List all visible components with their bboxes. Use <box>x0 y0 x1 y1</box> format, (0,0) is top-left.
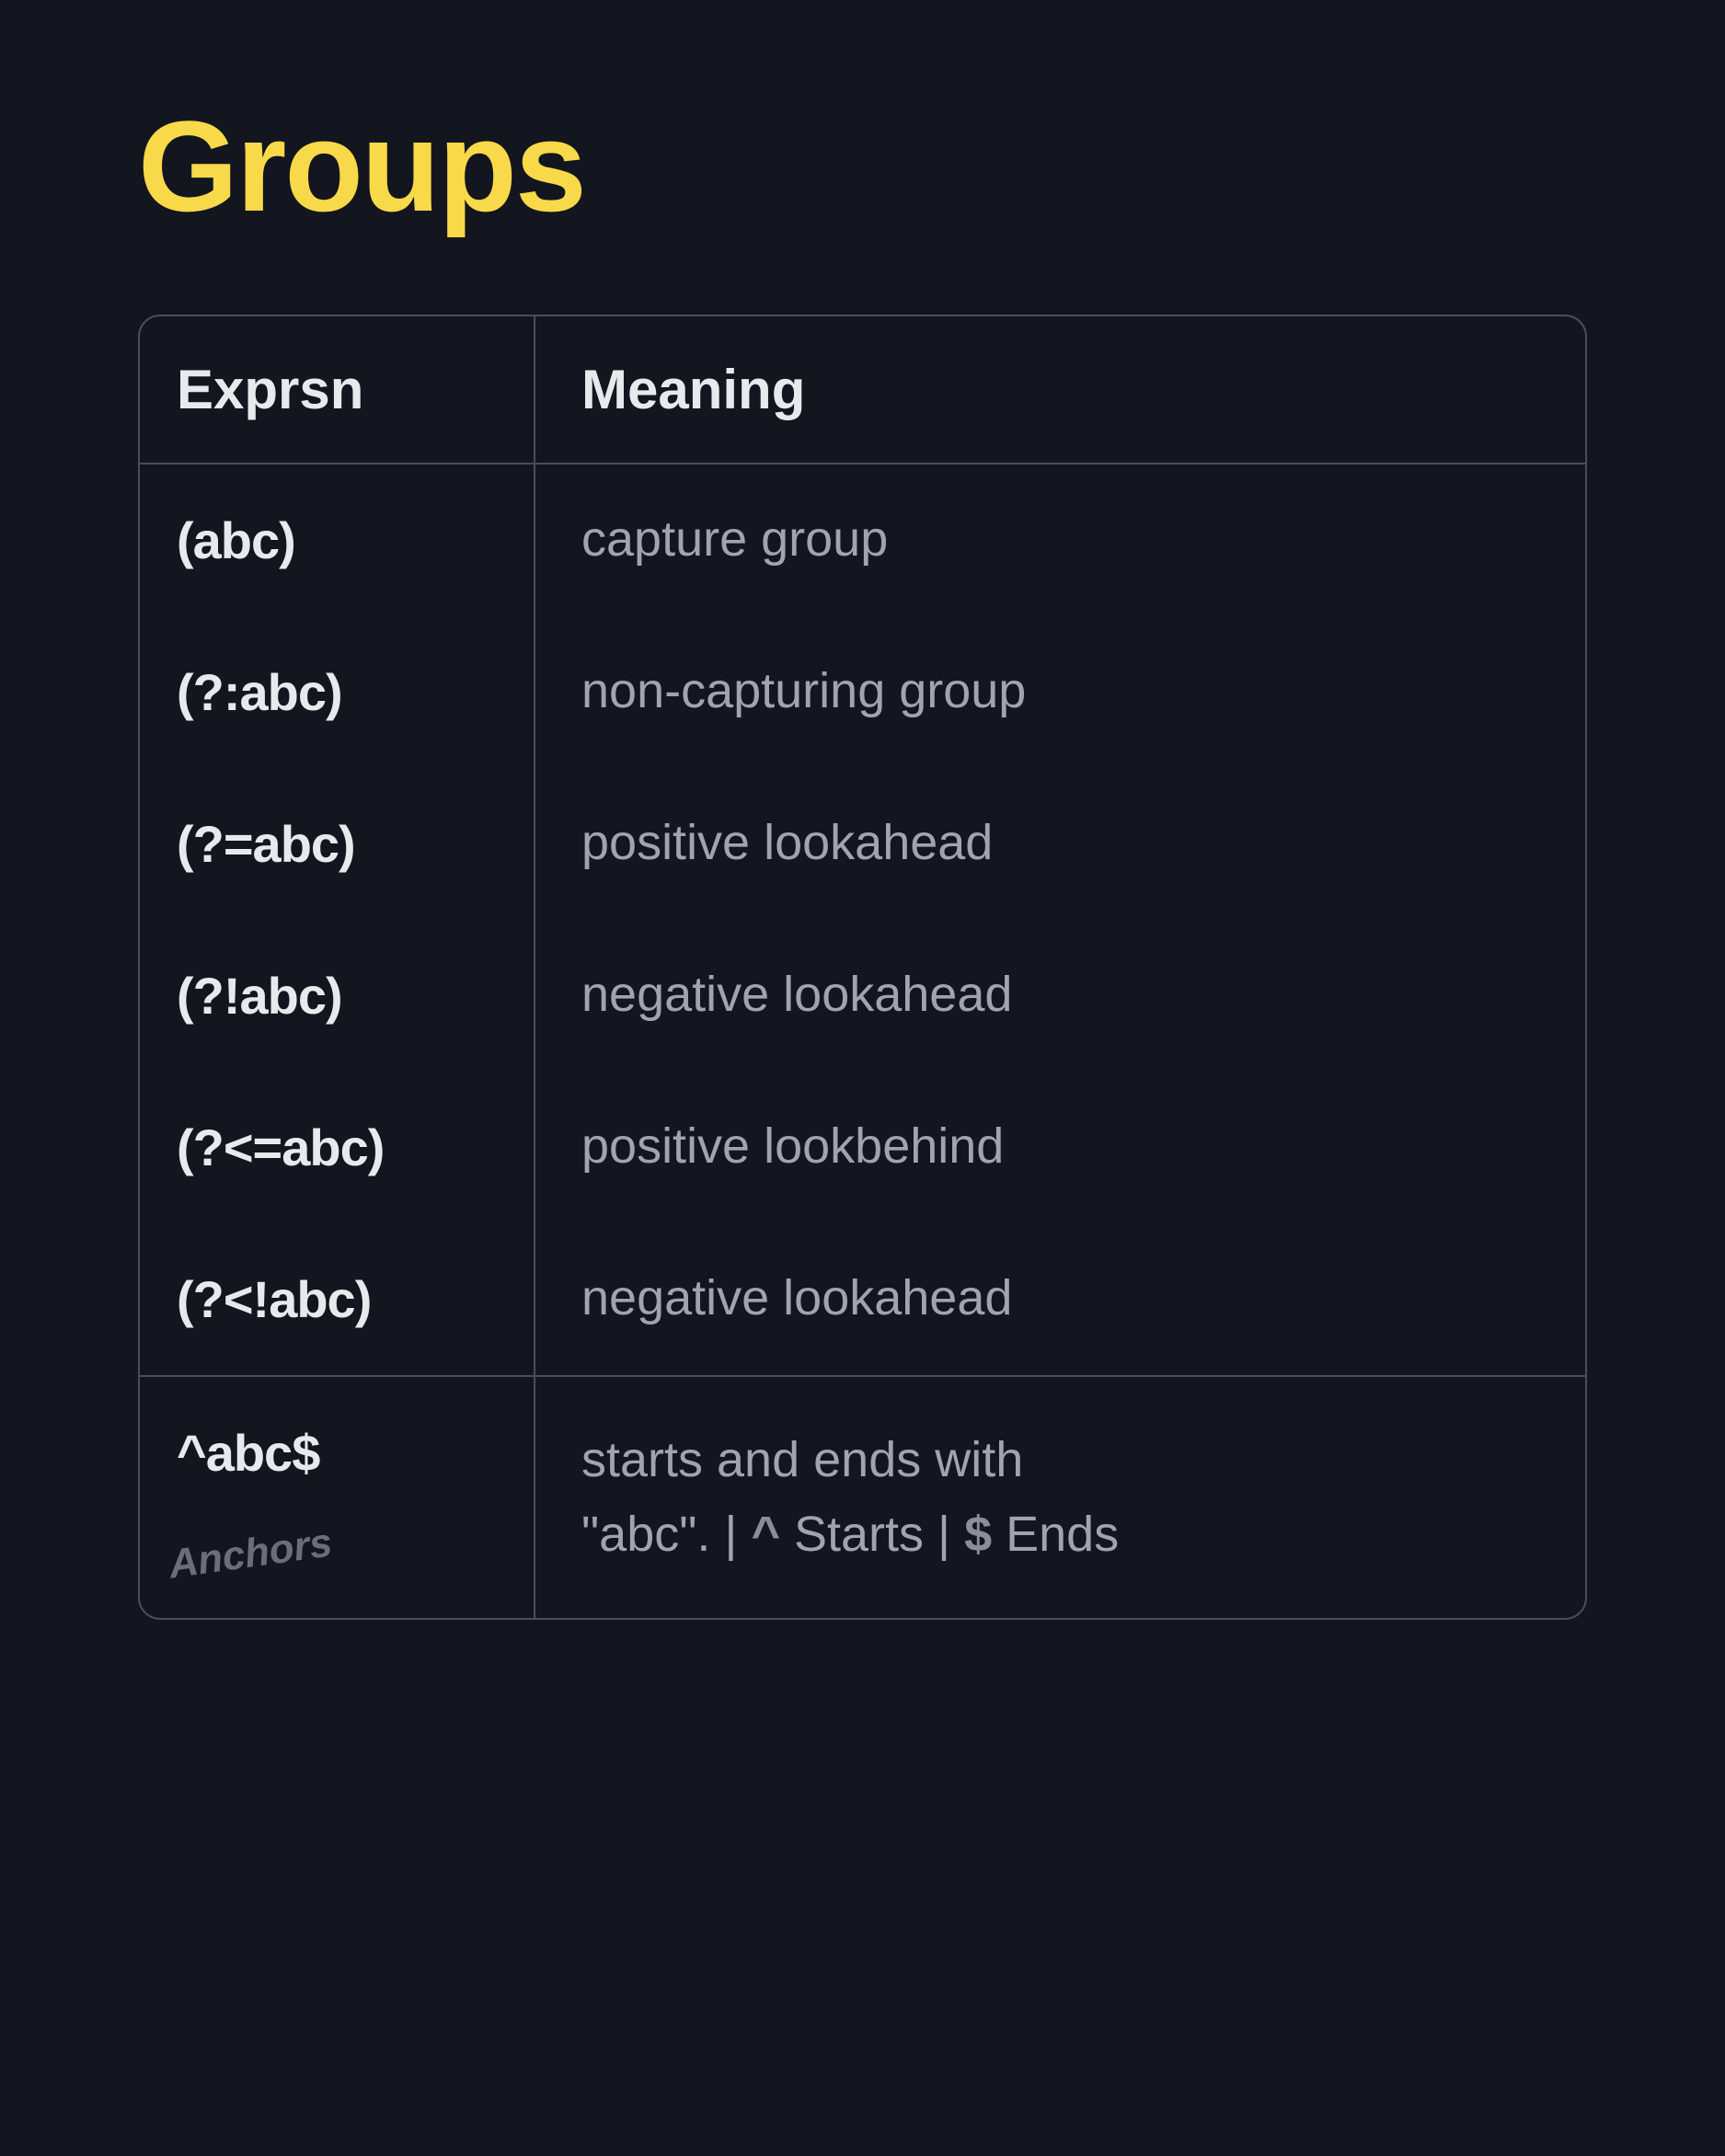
table-row: (?!abc) negative lookahead <box>140 920 1585 1072</box>
table-body: (abc) capture group (?:abc) non-capturin… <box>140 464 1585 1618</box>
ends-text: Ends <box>992 1507 1119 1562</box>
table-row: (?=abc) positive lookahead <box>140 768 1585 920</box>
starts-text: Starts | <box>780 1507 964 1562</box>
column-header-exprsn: Exprsn <box>177 359 363 420</box>
table-row: (abc) capture group <box>140 464 1585 616</box>
expression-cell: (?<=abc) <box>177 1118 384 1176</box>
anchors-meaning-line2-prefix: "abc". | <box>581 1507 751 1562</box>
groups-table: Exprsn Meaning (abc) capture group (?:ab… <box>138 315 1587 1620</box>
meaning-cell: negative lookahead <box>581 1270 1012 1325</box>
expression-cell: (abc) <box>177 511 295 569</box>
expression-cell: (?!abc) <box>177 967 342 1025</box>
anchors-row: ^abc$ Anchors starts and ends with "abc"… <box>140 1375 1585 1618</box>
meaning-cell: positive lookbehind <box>581 1118 1004 1174</box>
meaning-cell: positive lookahead <box>581 815 993 870</box>
column-header-meaning: Meaning <box>581 359 805 420</box>
anchors-expression: ^abc$ <box>177 1423 497 1483</box>
meaning-cell: negative lookahead <box>581 967 1012 1022</box>
anchors-label: Anchors <box>166 1497 498 1588</box>
meaning-cell: non-capturing group <box>581 663 1026 718</box>
page-title: Groups <box>138 92 1587 241</box>
expression-cell: (?:abc) <box>177 663 342 721</box>
table-header-row: Exprsn Meaning <box>140 316 1585 464</box>
anchors-meaning-line1: starts and ends with <box>581 1432 1023 1487</box>
caret-symbol: ^ <box>751 1507 780 1562</box>
expression-cell: (?<!abc) <box>177 1270 371 1328</box>
table-row: (?:abc) non-capturing group <box>140 616 1585 768</box>
meaning-cell: capture group <box>581 511 888 567</box>
table-row: (?<=abc) positive lookbehind <box>140 1072 1585 1223</box>
dollar-symbol: $ <box>964 1507 992 1562</box>
anchors-meaning: starts and ends with "abc". | ^ Starts |… <box>581 1423 1539 1572</box>
table-row: (?<!abc) negative lookahead <box>140 1223 1585 1375</box>
expression-cell: (?=abc) <box>177 815 355 873</box>
